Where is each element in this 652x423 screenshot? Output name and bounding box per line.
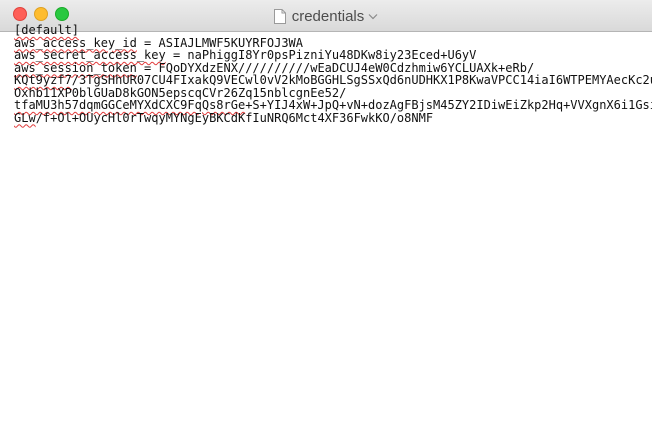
text-line[interactable]: GLw/f+Ol+OUycHl0rTwqyMYNgEyBKCdKfIuNRQ6M… — [14, 110, 652, 125]
window-title: credentials — [291, 7, 365, 25]
text-editor[interactable]: [default] aws_access_key_id = ASIAJLMWF5K… — [14, 24, 652, 423]
flagged-word: GLw — [14, 110, 36, 125]
document-icon — [273, 8, 286, 24]
line-text: /f+Ol+OUycHl0rTwqyMYNgEyBKCdKfIuNRQ6Mct4… — [35, 110, 434, 125]
chevron-down-icon[interactable] — [368, 13, 378, 20]
